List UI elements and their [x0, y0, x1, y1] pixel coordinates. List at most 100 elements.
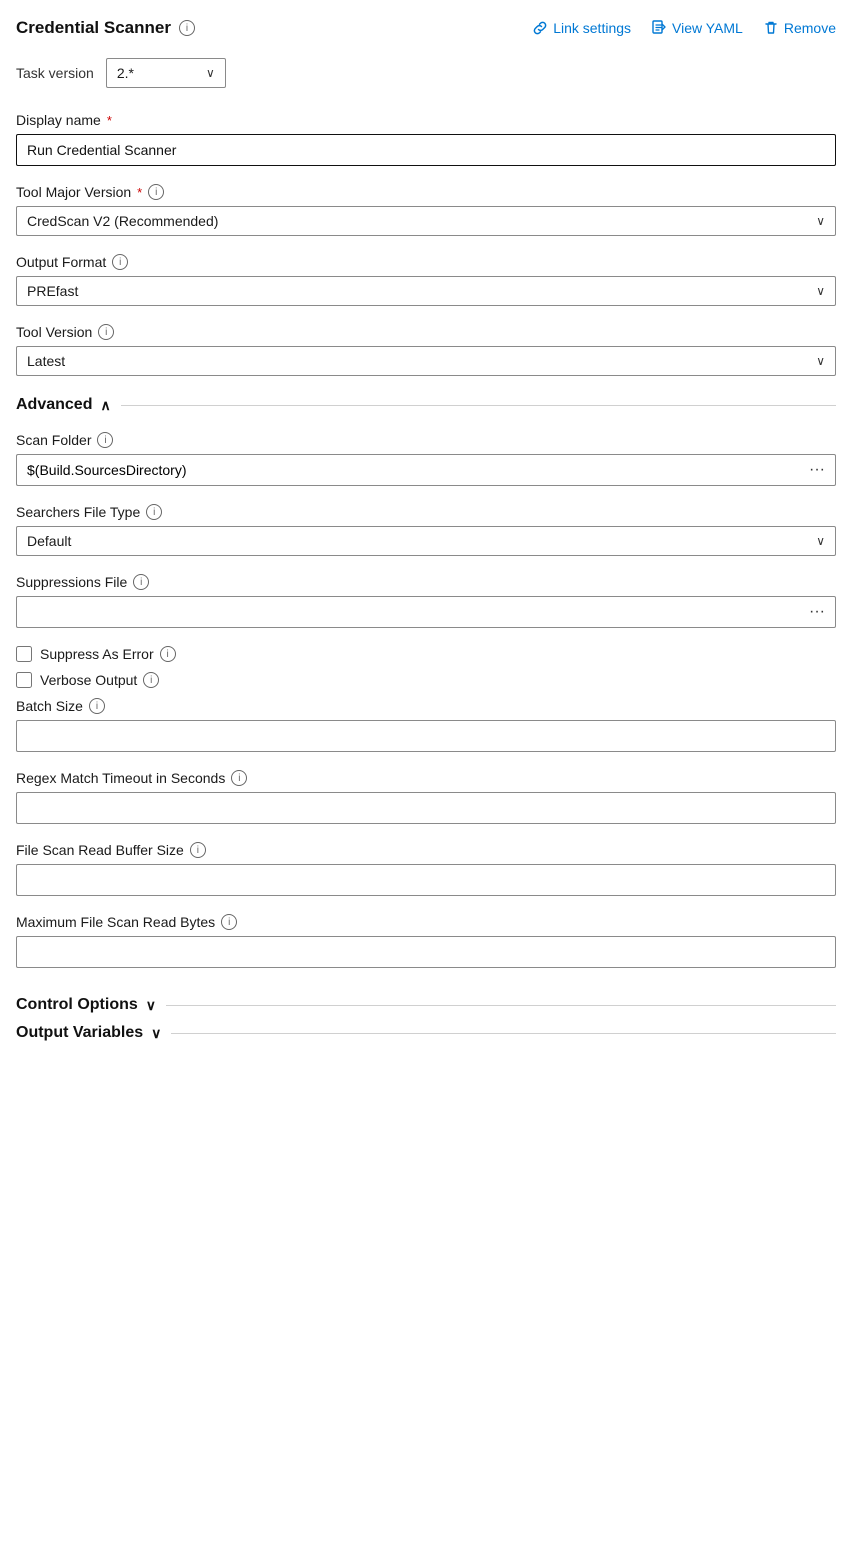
regex-match-timeout-label-row: Regex Match Timeout in Seconds i — [16, 770, 836, 786]
searchers-file-type-label: Searchers File Type — [16, 504, 140, 520]
control-options-section[interactable]: Control Options ∨ — [16, 996, 836, 1014]
batch-size-info-icon[interactable]: i — [89, 698, 105, 714]
scan-folder-input[interactable] — [16, 454, 799, 486]
control-options-label: Control Options — [16, 996, 138, 1014]
remove-button[interactable]: Remove — [763, 20, 836, 36]
output-format-label: Output Format — [16, 254, 106, 270]
advanced-label: Advanced — [16, 396, 92, 414]
suppressions-file-input[interactable] — [16, 596, 799, 628]
searchers-file-type-value: Default — [27, 533, 71, 549]
batch-size-label: Batch Size — [16, 698, 83, 714]
display-name-label-row: Display name * — [16, 112, 836, 128]
verbose-output-checkbox[interactable] — [16, 672, 32, 688]
output-variables-section[interactable]: Output Variables ∨ — [16, 1024, 836, 1042]
max-file-scan-read-bytes-label-row: Maximum File Scan Read Bytes i — [16, 914, 836, 930]
display-name-required: * — [107, 113, 112, 128]
scan-folder-info-icon[interactable]: i — [97, 432, 113, 448]
tool-major-version-label: Tool Major Version — [16, 184, 131, 200]
scan-folder-group: Scan Folder i ··· — [16, 432, 836, 486]
title-info-icon[interactable]: i — [179, 20, 195, 36]
advanced-section-header[interactable]: Advanced ∧ — [16, 396, 836, 414]
link-settings-button[interactable]: Link settings — [532, 20, 631, 36]
suppress-as-error-row: Suppress As Error i — [16, 646, 836, 662]
tool-major-version-info-icon[interactable]: i — [148, 184, 164, 200]
regex-match-timeout-input[interactable] — [16, 792, 836, 824]
output-variables-title: Output Variables ∨ — [16, 1024, 161, 1042]
regex-match-timeout-info-icon[interactable]: i — [231, 770, 247, 786]
suppressions-file-label: Suppressions File — [16, 574, 127, 590]
task-version-label: Task version — [16, 65, 94, 81]
regex-match-timeout-label: Regex Match Timeout in Seconds — [16, 770, 225, 786]
max-file-scan-read-bytes-label: Maximum File Scan Read Bytes — [16, 914, 215, 930]
max-file-scan-read-bytes-info-icon[interactable]: i — [221, 914, 237, 930]
suppressions-file-browse-button[interactable]: ··· — [799, 596, 836, 628]
output-format-select[interactable]: PREfast ∨ — [16, 276, 836, 306]
suppress-as-error-label-group: Suppress As Error i — [40, 646, 176, 662]
view-yaml-icon — [651, 20, 667, 36]
suppressions-file-input-group: ··· — [16, 596, 836, 628]
file-scan-read-buffer-size-label-row: File Scan Read Buffer Size i — [16, 842, 836, 858]
page-container: Credential Scanner i Link settings — [0, 0, 852, 1072]
output-format-label-row: Output Format i — [16, 254, 836, 270]
suppress-as-error-label: Suppress As Error — [40, 646, 154, 662]
task-version-value: 2.* — [117, 65, 134, 81]
tool-version-select[interactable]: Latest ∨ — [16, 346, 836, 376]
advanced-chevron-icon: ∧ — [100, 397, 110, 414]
task-version-row: Task version 2.* ∨ — [16, 58, 836, 88]
max-file-scan-read-bytes-group: Maximum File Scan Read Bytes i — [16, 914, 836, 968]
verbose-output-info-icon[interactable]: i — [143, 672, 159, 688]
regex-match-timeout-group: Regex Match Timeout in Seconds i — [16, 770, 836, 824]
verbose-output-row: Verbose Output i — [16, 672, 836, 688]
tool-major-version-label-row: Tool Major Version * i — [16, 184, 836, 200]
task-version-select[interactable]: 2.* ∨ — [106, 58, 226, 88]
tool-major-version-chevron-icon: ∨ — [816, 214, 825, 228]
verbose-output-label: Verbose Output — [40, 672, 137, 688]
display-name-group: Display name * — [16, 112, 836, 166]
file-scan-read-buffer-size-info-icon[interactable]: i — [190, 842, 206, 858]
searchers-file-type-info-icon[interactable]: i — [146, 504, 162, 520]
suppress-as-error-checkbox[interactable] — [16, 646, 32, 662]
link-settings-icon — [532, 20, 548, 36]
searchers-file-type-chevron-icon: ∨ — [816, 534, 825, 548]
batch-size-input[interactable] — [16, 720, 836, 752]
view-yaml-label: View YAML — [672, 20, 743, 36]
tool-version-chevron-icon: ∨ — [816, 354, 825, 368]
remove-icon — [763, 20, 779, 36]
display-name-label: Display name — [16, 112, 101, 128]
output-variables-chevron-icon: ∨ — [151, 1025, 161, 1042]
display-name-input[interactable] — [16, 134, 836, 166]
output-format-value: PREfast — [27, 283, 78, 299]
scan-folder-browse-button[interactable]: ··· — [799, 454, 836, 486]
suppressions-file-label-row: Suppressions File i — [16, 574, 836, 590]
suppress-as-error-info-icon[interactable]: i — [160, 646, 176, 662]
output-variables-label: Output Variables — [16, 1024, 143, 1042]
page-header: Credential Scanner i Link settings — [16, 18, 836, 38]
suppressions-file-group: Suppressions File i ··· — [16, 574, 836, 628]
file-scan-read-buffer-size-input[interactable] — [16, 864, 836, 896]
tool-version-info-icon[interactable]: i — [98, 324, 114, 340]
tool-version-group: Tool Version i Latest ∨ — [16, 324, 836, 376]
page-title: Credential Scanner — [16, 18, 171, 38]
scan-folder-label: Scan Folder — [16, 432, 91, 448]
tool-version-label-row: Tool Version i — [16, 324, 836, 340]
output-format-info-icon[interactable]: i — [112, 254, 128, 270]
tool-major-version-select[interactable]: CredScan V2 (Recommended) ∨ — [16, 206, 836, 236]
advanced-section-line — [121, 405, 836, 406]
remove-label: Remove — [784, 20, 836, 36]
file-scan-read-buffer-size-label: File Scan Read Buffer Size — [16, 842, 184, 858]
output-format-group: Output Format i PREfast ∨ — [16, 254, 836, 306]
tool-major-version-required: * — [137, 185, 142, 200]
control-options-title: Control Options ∨ — [16, 996, 156, 1014]
searchers-file-type-select[interactable]: Default ∨ — [16, 526, 836, 556]
header-left: Credential Scanner i — [16, 18, 195, 38]
searchers-file-type-group: Searchers File Type i Default ∨ — [16, 504, 836, 556]
view-yaml-button[interactable]: View YAML — [651, 20, 743, 36]
tool-major-version-group: Tool Major Version * i CredScan V2 (Reco… — [16, 184, 836, 236]
batch-size-label-row: Batch Size i — [16, 698, 836, 714]
suppressions-file-info-icon[interactable]: i — [133, 574, 149, 590]
verbose-output-label-group: Verbose Output i — [40, 672, 159, 688]
batch-size-group: Batch Size i — [16, 698, 836, 752]
max-file-scan-read-bytes-input[interactable] — [16, 936, 836, 968]
file-scan-read-buffer-size-group: File Scan Read Buffer Size i — [16, 842, 836, 896]
control-options-chevron-icon: ∨ — [146, 997, 156, 1014]
